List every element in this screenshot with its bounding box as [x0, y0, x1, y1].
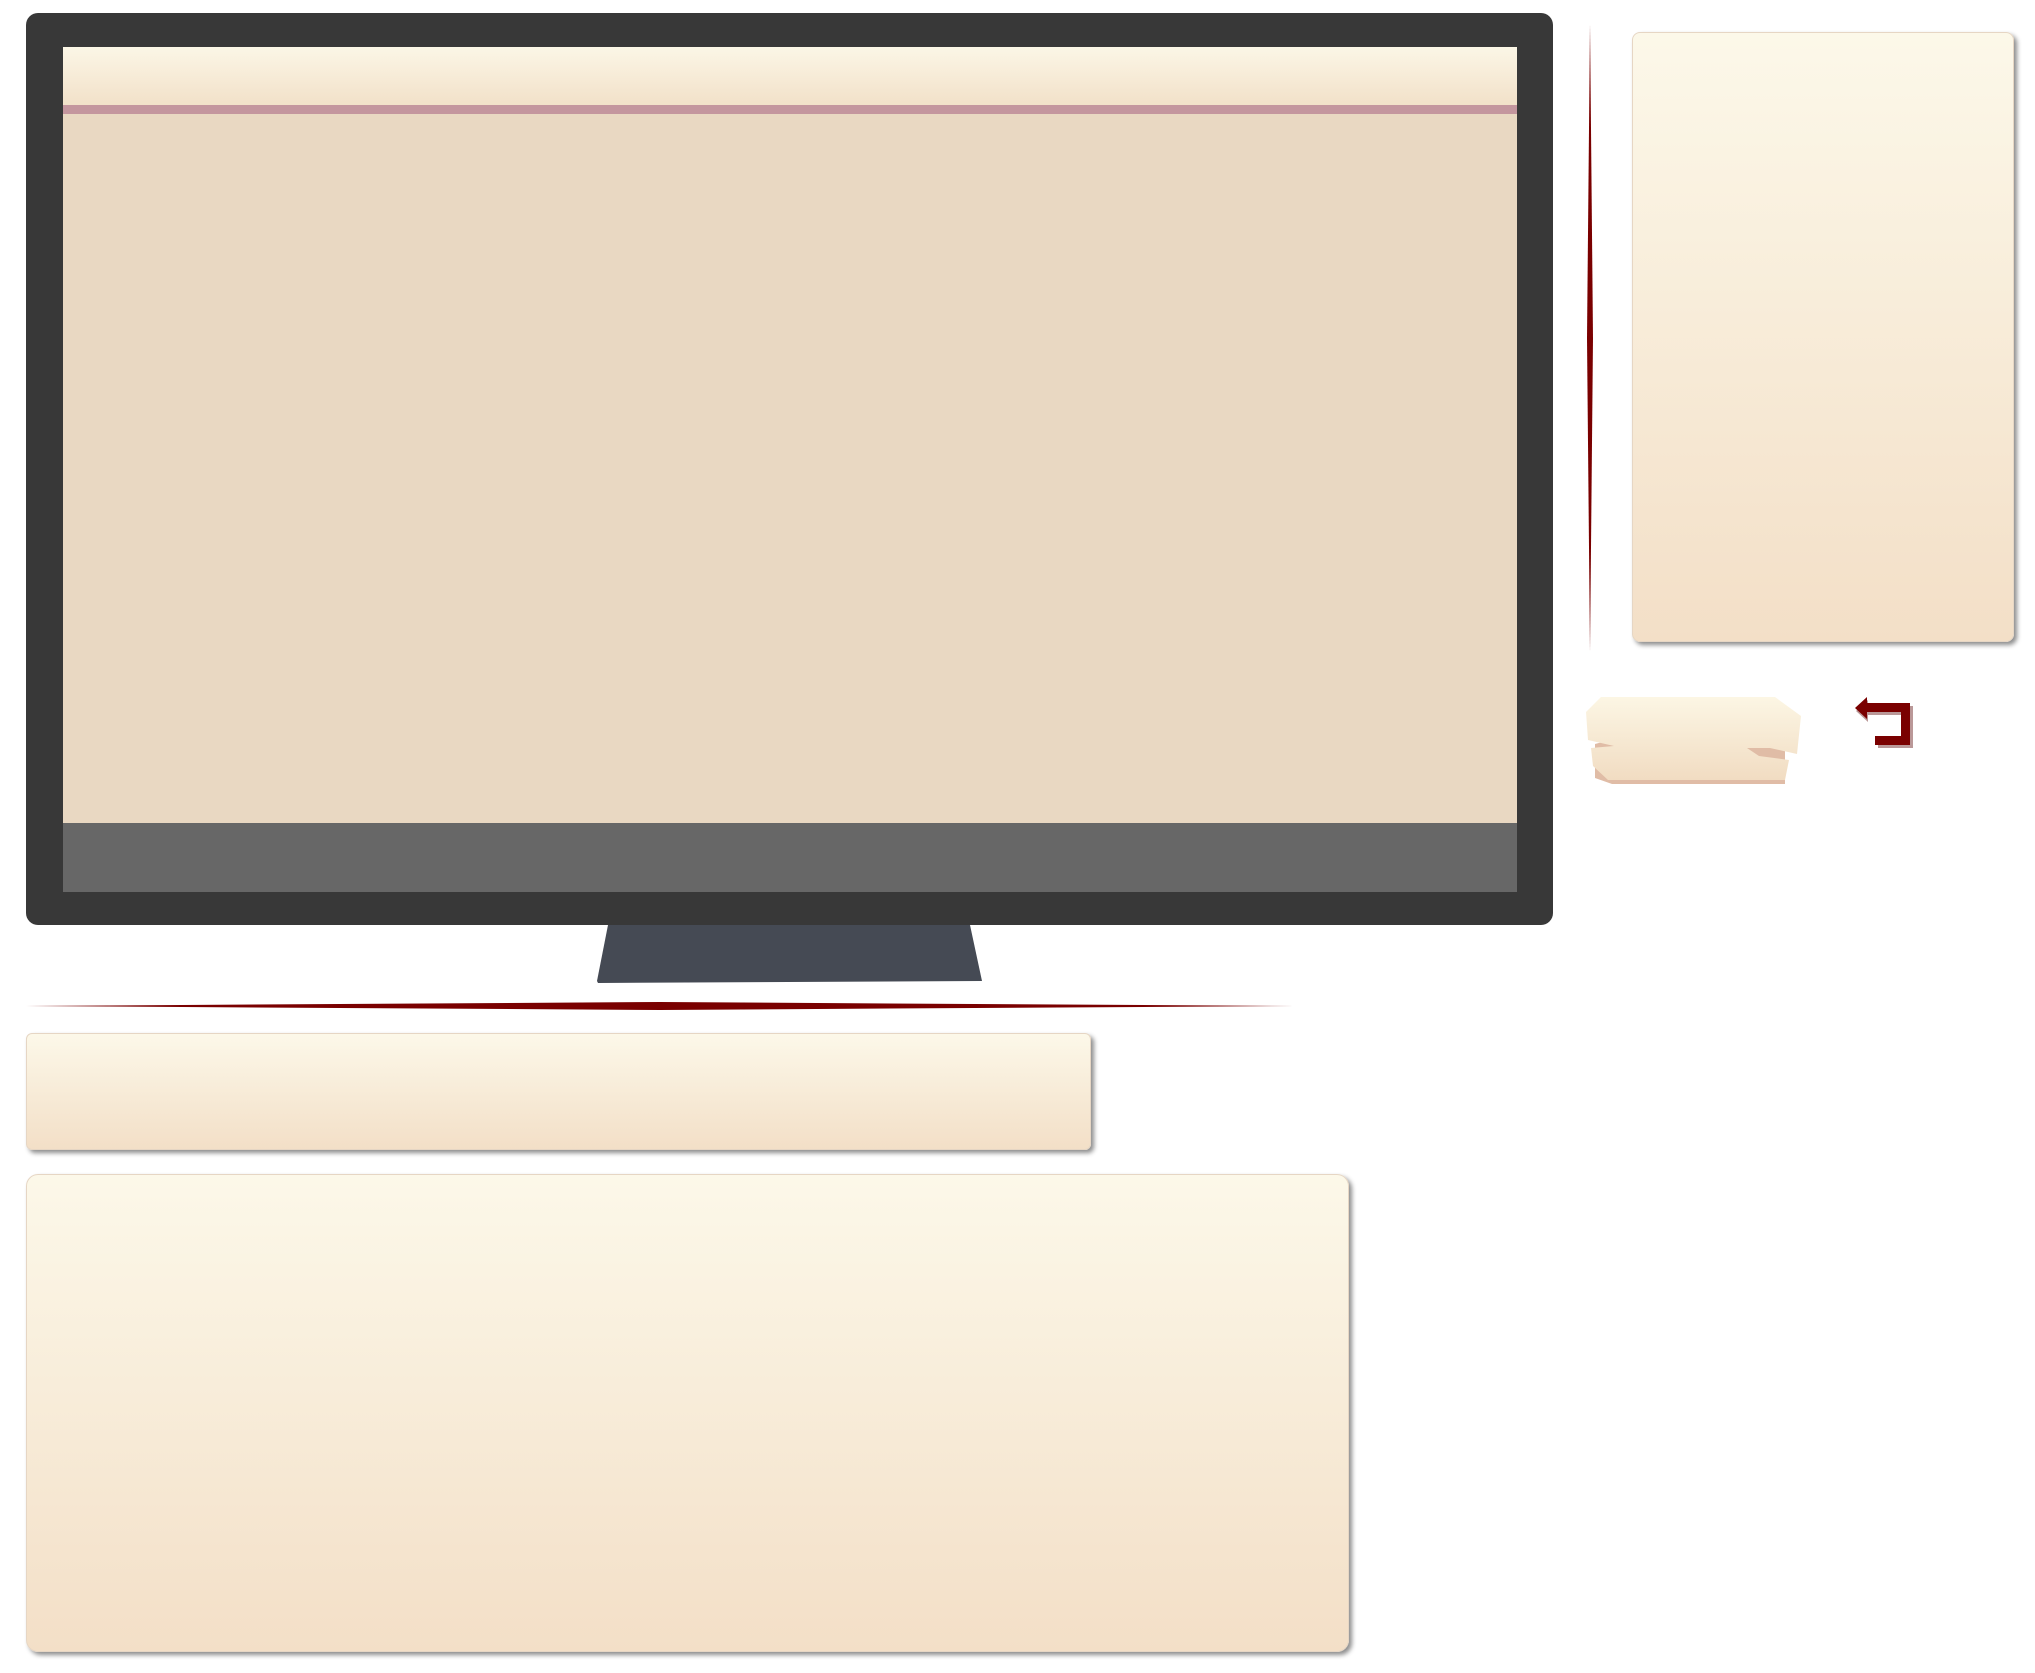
- info-bar-panel: [26, 1033, 1091, 1150]
- horizontal-divider: [26, 1002, 1294, 1010]
- monitor-bezel: [26, 13, 1553, 925]
- screen-header-bar: [63, 47, 1517, 105]
- monitor-screen: [63, 47, 1517, 892]
- monitor-stand: [597, 925, 982, 983]
- main-content-panel: [26, 1174, 1349, 1652]
- screen-content-area: [63, 114, 1517, 823]
- screen-taskbar: [63, 823, 1517, 892]
- tag-label-shape: [1586, 697, 1801, 784]
- vertical-divider: [1587, 24, 1593, 652]
- canvas: [0, 0, 2035, 1673]
- return-arrow-icon[interactable]: [1855, 694, 1919, 750]
- side-panel: [1632, 32, 2014, 642]
- screen-header-divider: [63, 105, 1517, 114]
